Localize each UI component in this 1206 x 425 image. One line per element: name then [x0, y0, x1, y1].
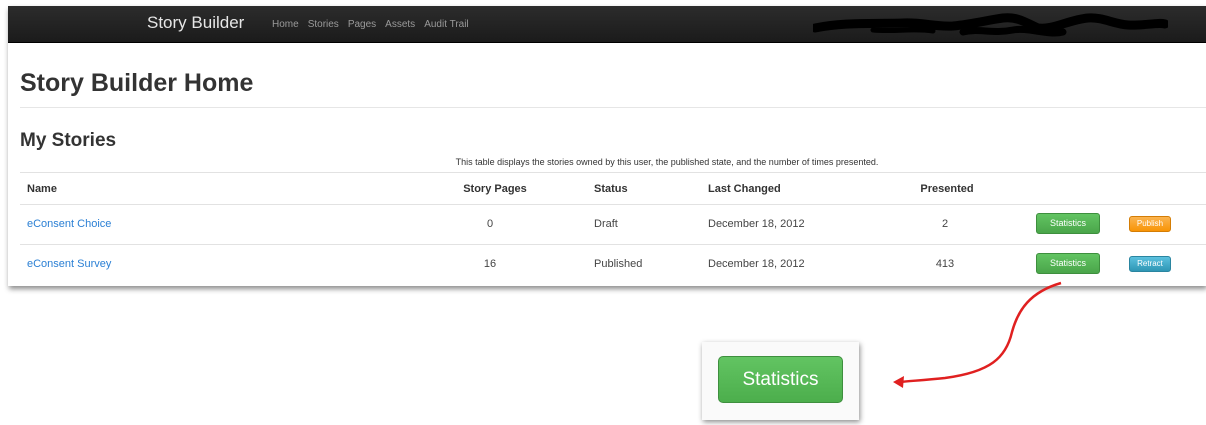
story-name-cell: eConsent Choice: [27, 218, 111, 230]
arrow-curve: [899, 281, 1062, 384]
redacted-user-scribble: [813, 13, 1168, 37]
table-row: eConsent Survey 16 Published December 18…: [20, 244, 1206, 284]
page-title: Story Builder Home: [20, 69, 254, 97]
nav-link-audit-trail[interactable]: Audit Trail: [424, 19, 468, 30]
statistics-button[interactable]: Statistics: [1036, 253, 1100, 274]
nav-link-pages[interactable]: Pages: [348, 19, 376, 30]
table-caption: This table displays the stories owned by…: [455, 157, 879, 167]
header-status: Status: [594, 183, 628, 195]
status-cell: Draft: [594, 218, 618, 230]
presented-cell: 413: [935, 258, 955, 270]
zoomed-callout: Statistics: [702, 342, 859, 420]
last-changed-cell: December 18, 2012: [708, 218, 805, 230]
status-cell: Published: [594, 258, 643, 270]
brand-logo[interactable]: Story Builder: [147, 13, 244, 33]
nav-link-stories[interactable]: Stories: [308, 19, 339, 30]
app-screenshot: Story Builder Home Stories Pages Assets …: [8, 6, 1206, 286]
nav-link-assets[interactable]: Assets: [385, 19, 415, 30]
statistics-button-zoomed[interactable]: Statistics: [718, 356, 843, 403]
header-name: Name: [27, 183, 57, 195]
nav-links: Home Stories Pages Assets Audit Trail: [272, 19, 469, 30]
table-row: eConsent Choice 0 Draft December 18, 201…: [20, 204, 1206, 244]
stories-table: Name Story Pages Status Last Changed Pre…: [20, 172, 1206, 284]
table-header-row: Name Story Pages Status Last Changed Pre…: [20, 172, 1206, 204]
publish-button[interactable]: Publish: [1129, 216, 1171, 232]
retract-button[interactable]: Retract: [1129, 256, 1171, 272]
title-divider: [20, 107, 1206, 108]
header-last-changed: Last Changed: [708, 183, 781, 195]
header-story-pages: Story Pages: [463, 183, 527, 195]
nav-link-home[interactable]: Home: [272, 19, 299, 30]
statistics-button[interactable]: Statistics: [1036, 213, 1100, 234]
story-link[interactable]: eConsent Survey: [27, 258, 111, 270]
header-presented: Presented: [920, 183, 974, 195]
story-pages-cell: 0: [486, 218, 494, 230]
story-link[interactable]: eConsent Choice: [27, 218, 111, 230]
arrow-head: [893, 376, 904, 388]
story-pages-cell: 16: [483, 258, 497, 270]
story-name-cell: eConsent Survey: [27, 258, 111, 270]
presented-cell: 2: [941, 218, 949, 230]
section-title: My Stories: [20, 130, 117, 151]
last-changed-cell: December 18, 2012: [708, 258, 805, 270]
top-navbar: Story Builder Home Stories Pages Assets …: [8, 6, 1206, 43]
